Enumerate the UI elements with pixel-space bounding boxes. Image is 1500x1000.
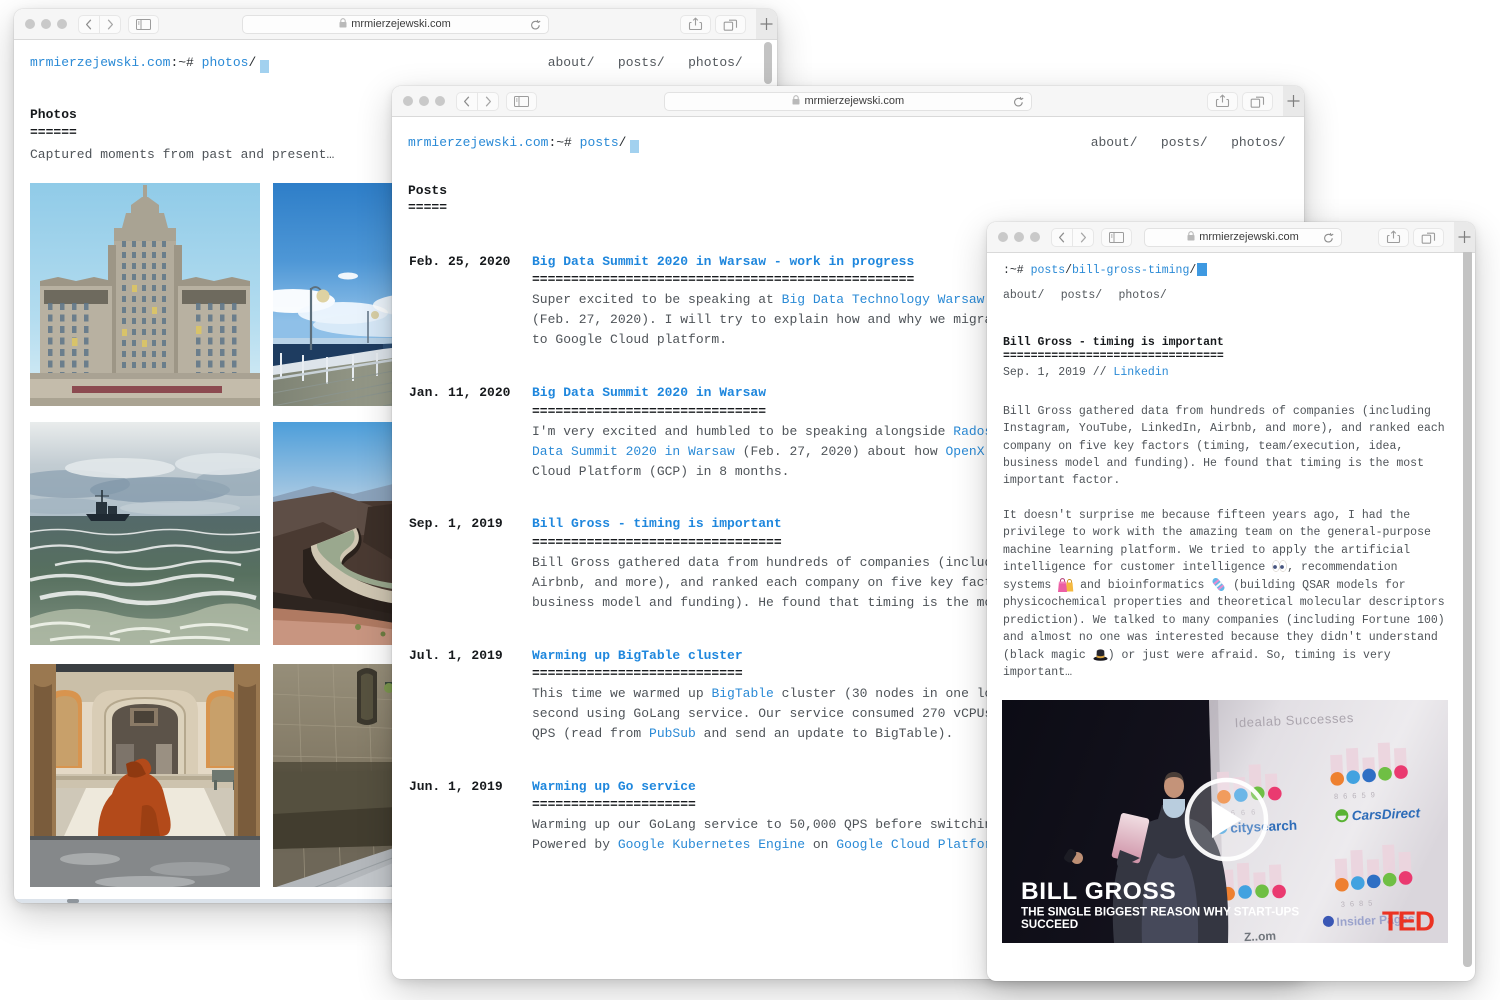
- svg-text:BILL GROSS: BILL GROSS: [1021, 878, 1176, 905]
- svg-text:Z..om: Z..om: [1244, 929, 1277, 943]
- svg-text:CarsDirect: CarsDirect: [1352, 805, 1421, 823]
- svg-text:TED: TED: [1382, 906, 1435, 937]
- svg-text:3685: 3685: [1341, 898, 1378, 909]
- svg-text:SUCCEED: SUCCEED: [1021, 918, 1078, 931]
- svg-text:THE SINGLE BIGGEST REASON WHY: THE SINGLE BIGGEST REASON WHY START-UPS: [1021, 906, 1299, 919]
